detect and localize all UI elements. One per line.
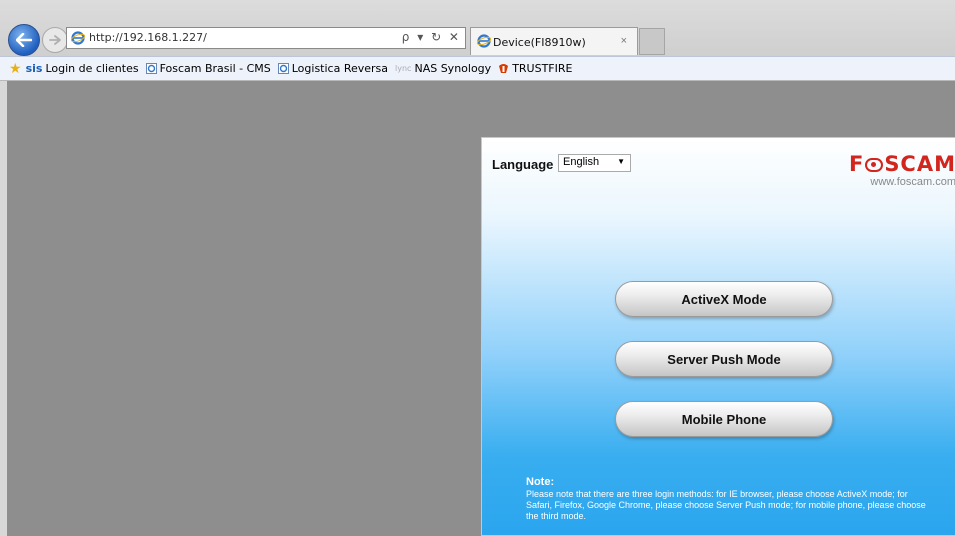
note-title: Note:	[526, 476, 555, 488]
server-push-mode-button[interactable]: Server Push Mode	[615, 341, 833, 377]
fav-item-nas-synology[interactable]: lync NAS Synology	[395, 62, 491, 75]
back-arrow-icon	[16, 33, 32, 47]
ie-page-icon	[145, 63, 157, 74]
forward-arrow-icon	[49, 35, 61, 45]
tab-device[interactable]: Device(FI8910w) ×	[470, 27, 638, 55]
note-text: Please note that there are three login m…	[526, 489, 926, 521]
language-label: Language	[492, 157, 554, 172]
forward-button[interactable]	[42, 27, 68, 53]
ie-tab-icon	[477, 34, 491, 48]
tab-close-icon[interactable]: ×	[621, 35, 627, 47]
fav-item-logistica[interactable]: Logistica Reversa	[277, 62, 388, 75]
sis-icon: sis	[25, 62, 43, 75]
logo-eye-icon	[865, 158, 884, 172]
address-controls[interactable]: ρ ▾ ↻ ✕	[402, 30, 461, 44]
ie-icon	[71, 31, 85, 45]
left-frame-edge	[0, 81, 7, 536]
trustfire-icon	[499, 64, 509, 73]
favorites-bar: ★ sis Login de clientes Foscam Brasil - C…	[0, 56, 955, 81]
ie-page-icon	[277, 63, 289, 74]
fav-item-login-clientes[interactable]: sis Login de clientes	[26, 62, 139, 75]
favorites-star-icon[interactable]: ★	[9, 61, 22, 77]
site-url: www.foscam.com	[870, 176, 955, 188]
foscam-logo: F SCAM	[848, 152, 955, 176]
activex-mode-button[interactable]: ActiveX Mode	[615, 281, 833, 317]
back-button[interactable]	[8, 24, 40, 56]
fav-item-trustfire[interactable]: TRUSTFIRE	[498, 62, 572, 75]
login-panel: Language English ▼ F SCAM www.foscam.com …	[481, 137, 955, 536]
browser-toolbar: http://192.168.1.227/ ρ ▾ ↻ ✕ Device(FI8…	[0, 0, 955, 56]
lync-icon: lync	[395, 64, 412, 73]
fav-item-foscam-cms[interactable]: Foscam Brasil - CMS	[145, 62, 271, 75]
address-bar[interactable]: http://192.168.1.227/ ρ ▾ ↻ ✕	[66, 27, 466, 49]
note-section: Note: Please note that there are three l…	[526, 477, 936, 522]
url-text: http://192.168.1.227/	[89, 31, 207, 44]
dropdown-caret-icon: ▼	[617, 157, 625, 166]
tab-title: Device(FI8910w)	[493, 36, 586, 49]
browser-chrome: http://192.168.1.227/ ρ ▾ ↻ ✕ Device(FI8…	[0, 0, 955, 81]
new-tab-button[interactable]	[639, 28, 665, 55]
language-select[interactable]: English ▼	[558, 154, 631, 172]
language-value: English	[563, 156, 600, 168]
mobile-phone-button[interactable]: Mobile Phone	[615, 401, 833, 437]
